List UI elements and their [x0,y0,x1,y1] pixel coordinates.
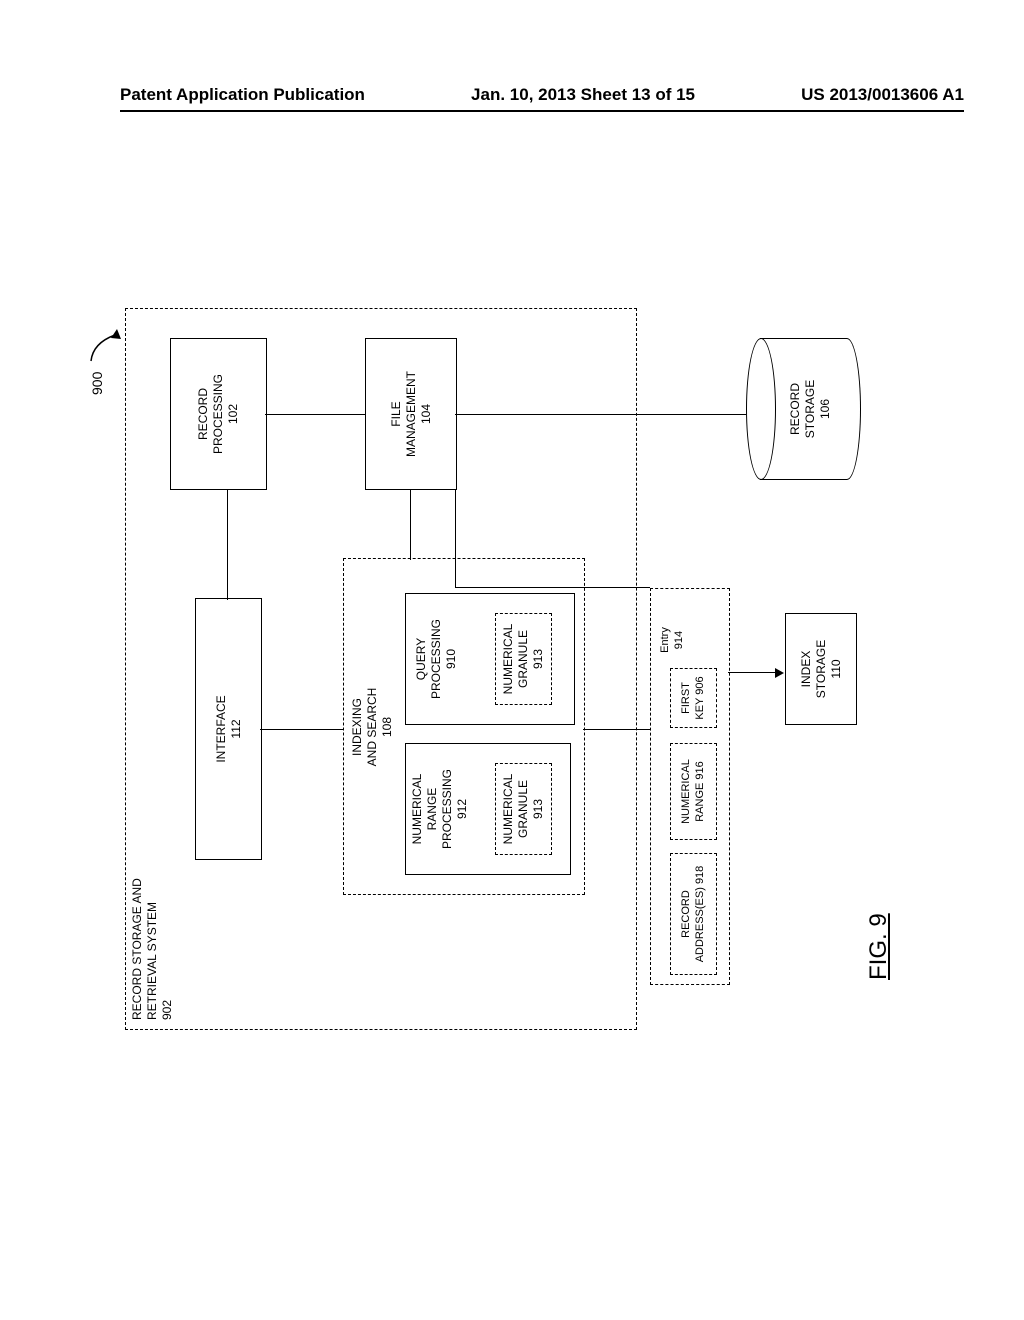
header-right: US 2013/0013606 A1 [801,85,964,105]
conn [728,672,778,673]
figure-label: FIG. 9 [865,913,893,980]
conn [227,490,228,600]
page: Patent Application Publication Jan. 10, … [0,0,1024,1320]
conn [265,414,365,415]
conn [455,490,456,588]
header-rule [120,110,964,112]
record-addresses-block: RECORD ADDRESS(ES) 918 [670,853,717,975]
conn [410,490,411,560]
interface-block: INTERFACE 112 [195,598,262,860]
conn [455,414,746,415]
conn [455,587,650,588]
ref-arrow-icon [87,323,125,363]
record-storage-cylinder: RECORD STORAGE 106 [760,338,861,480]
ref-900: 900 [89,372,105,395]
numerical-range-block: NUMERICAL RANGE 916 [670,743,717,840]
first-key-block: FIRST KEY 906 [670,668,717,728]
query-granule-block: NUMERICAL GRANULE 913 [495,613,552,705]
entry-label: Entry 914 [655,615,690,665]
record-processing-block: RECORD PROCESSING 102 [170,338,267,490]
header-left: Patent Application Publication [120,85,365,105]
index-storage-block: INDEX STORAGE 110 [785,613,857,725]
range-granule-block: NUMERICAL GRANULE 913 [495,763,552,855]
indexing-title: INDEXING AND SEARCH 108 [347,677,397,777]
diagram: RECORD STORAGE AND RETRIEVAL SYSTEM 902 … [65,305,945,1035]
conn [583,729,650,730]
page-header: Patent Application Publication Jan. 10, … [120,85,964,105]
header-center: Jan. 10, 2013 Sheet 13 of 15 [471,85,695,105]
system-title: RECORD STORAGE AND RETRIEVAL SYSTEM 902 [130,800,185,1020]
file-management-block: FILE MANAGEMENT 104 [365,338,457,490]
arrow-icon [775,668,784,678]
conn [260,729,343,730]
